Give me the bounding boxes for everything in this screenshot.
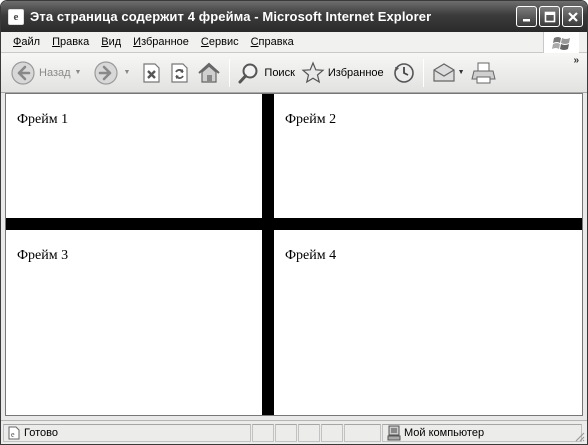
menu-favorites-label: Избранное (133, 36, 189, 48)
status-panel-empty (321, 423, 343, 442)
menu-file[interactable]: Файл (9, 36, 44, 48)
status-panel-empty (252, 423, 274, 442)
my-computer-icon (387, 425, 401, 440)
favorites-button[interactable]: Избранное (298, 58, 387, 88)
search-button[interactable]: Поиск (234, 58, 297, 88)
frame-3[interactable]: Фрейм 3 (6, 230, 262, 415)
search-label: Поиск (264, 66, 295, 79)
back-dropdown-icon[interactable]: ▼ (75, 69, 82, 76)
vertical-frame-border[interactable] (262, 94, 274, 415)
security-zone-panel[interactable]: Мой компьютер (382, 423, 582, 442)
minimize-button[interactable] (516, 6, 537, 27)
menu-edit-label: Правка (52, 36, 90, 48)
forward-dropdown-icon[interactable]: ▼ (123, 69, 130, 76)
minimize-icon (522, 18, 530, 21)
forward-arrow-icon (94, 60, 119, 85)
back-label: Назад (39, 66, 71, 79)
standard-toolbar: Назад ▼ ▼ Поиск Избранное ▼ » (1, 53, 587, 93)
status-panel-empty (275, 423, 297, 442)
status-text-panel: e Готово (3, 423, 251, 442)
ie-page-icon[interactable]: e (8, 8, 24, 25)
home-icon (198, 62, 221, 83)
forward-button[interactable]: ▼ (90, 58, 133, 88)
page-done-icon: e (8, 426, 20, 439)
status-panel-empty (298, 423, 320, 442)
printer-icon (470, 62, 496, 83)
maximize-button[interactable] (539, 6, 560, 27)
history-icon (393, 62, 414, 83)
print-button[interactable] (468, 58, 500, 88)
stop-button[interactable] (137, 58, 165, 88)
history-button[interactable] (389, 58, 419, 88)
toolbar-separator (229, 58, 231, 87)
frame-2[interactable]: Фрейм 2 (274, 94, 582, 218)
frameset-content: Фрейм 1 Фрейм 2 Фрейм 3 Фрейм 4 (5, 93, 583, 416)
frame-3-label: Фрейм 3 (17, 248, 69, 263)
menu-edit[interactable]: Правка (48, 36, 93, 48)
horizontal-frame-border[interactable] (6, 218, 582, 230)
frame-4-label: Фрейм 4 (285, 248, 337, 263)
status-panel-empty (344, 423, 381, 442)
mail-button[interactable]: ▼ (428, 58, 468, 88)
home-button[interactable] (193, 58, 225, 88)
resize-grip-icon[interactable] (573, 430, 585, 442)
toolbar-separator (422, 58, 424, 87)
close-button[interactable] (562, 6, 583, 27)
search-icon (238, 63, 258, 83)
back-arrow-icon (11, 60, 35, 85)
favorites-label: Избранное (327, 66, 384, 79)
toolbar-chevron-icon[interactable]: » (573, 55, 579, 66)
frame-4[interactable]: Фрейм 4 (274, 230, 582, 415)
refresh-button[interactable] (165, 58, 193, 88)
maximize-icon (544, 11, 555, 22)
menu-view-label: Вид (101, 36, 122, 48)
frame-1-label: Фрейм 1 (17, 112, 69, 127)
browser-window: e Эта страница содержит 4 фрейма - Micro… (0, 0, 588, 445)
mail-dropdown-icon[interactable]: ▼ (458, 69, 465, 76)
status-bar: e Готово Мой компьютер (1, 420, 587, 444)
mail-icon (433, 62, 455, 82)
windows-flag-icon (543, 32, 579, 53)
menu-tools-label: Сервис (200, 36, 239, 48)
favorites-star-icon (301, 60, 325, 83)
window-controls (516, 6, 583, 27)
svg-text:e: e (11, 430, 15, 439)
window-title: Эта страница содержит 4 фрейма - Microso… (30, 9, 432, 24)
refresh-icon (171, 62, 189, 83)
close-icon (567, 11, 578, 22)
menu-favorites[interactable]: Избранное (129, 36, 193, 48)
frame-2-label: Фрейм 2 (285, 112, 337, 127)
menu-bar: Файл Правка Вид Избранное Сервис Справка (1, 32, 587, 53)
menu-tools[interactable]: Сервис (197, 36, 243, 48)
security-zone-label: Мой компьютер (404, 426, 485, 439)
stop-icon (143, 62, 161, 83)
frame-1[interactable]: Фрейм 1 (6, 94, 262, 218)
menu-view[interactable]: Вид (97, 36, 125, 48)
status-text: Готово (24, 426, 58, 439)
menu-help[interactable]: Справка (247, 36, 298, 48)
menu-file-label: Файл (13, 36, 41, 48)
back-button[interactable]: Назад ▼ (7, 58, 84, 88)
menu-help-label: Справка (250, 36, 294, 48)
title-bar[interactable]: e Эта страница содержит 4 фрейма - Micro… (1, 1, 587, 32)
